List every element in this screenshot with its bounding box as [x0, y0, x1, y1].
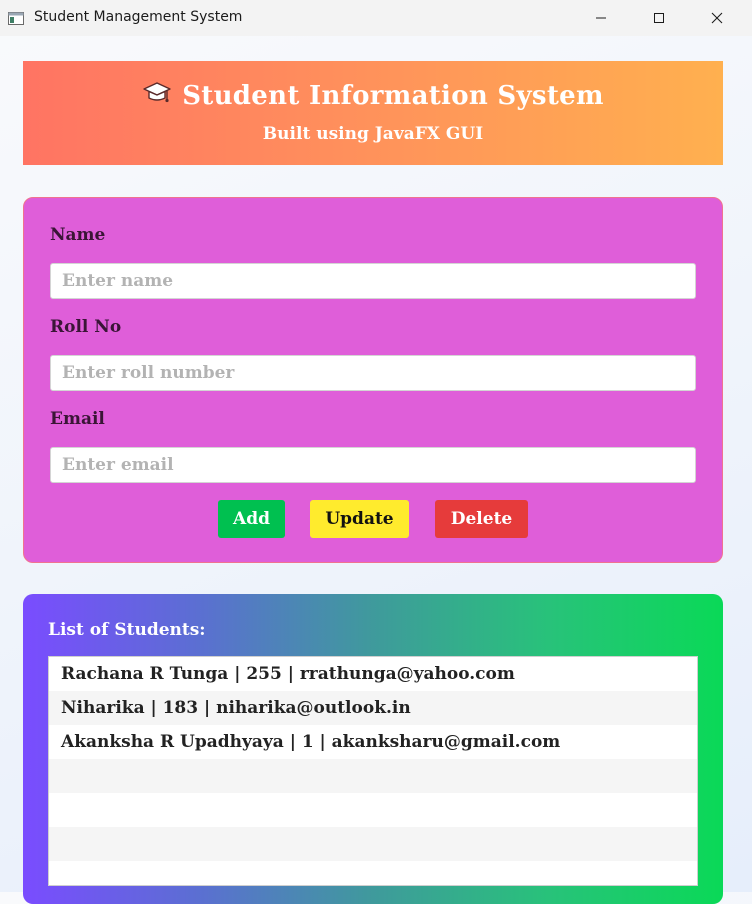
email-input[interactable]: [50, 447, 696, 483]
add-button[interactable]: Add: [218, 500, 285, 538]
student-list-title: List of Students:: [48, 620, 206, 640]
list-item-empty[interactable]: [49, 793, 697, 827]
student-list-panel: List of Students: Rachana R Tunga | 255 …: [23, 594, 723, 904]
window-title-bar[interactable]: Student Management System: [0, 0, 752, 36]
page-subtitle: Built using JavaFX GUI: [262, 124, 484, 144]
maximize-button[interactable]: [630, 0, 688, 36]
minimize-icon: [595, 12, 607, 24]
list-item[interactable]: Akanksha R Upadhyaya | 1 | akanksharu@gm…: [49, 725, 697, 759]
app-window-icon: [8, 10, 24, 25]
student-list[interactable]: Rachana R Tunga | 255 | rrathunga@yahoo.…: [48, 656, 698, 886]
graduation-cap-icon: [142, 80, 172, 112]
update-button[interactable]: Update: [310, 500, 409, 538]
page-title: Student Information System: [182, 81, 604, 111]
list-item-empty[interactable]: [49, 759, 697, 793]
maximize-icon: [653, 12, 665, 24]
roll-no-label: Roll No: [50, 317, 122, 337]
close-button[interactable]: [688, 0, 746, 36]
list-item-empty[interactable]: [49, 827, 697, 861]
close-icon: [711, 12, 723, 24]
student-form-panel: Name Roll No Email Add Update Delete: [23, 197, 723, 563]
banner-title-row: Student Information System: [23, 80, 723, 112]
name-label: Name: [50, 225, 106, 245]
roll-number-input[interactable]: [50, 355, 696, 391]
window-title: Student Management System: [34, 9, 243, 25]
list-item[interactable]: Rachana R Tunga | 255 | rrathunga@yahoo.…: [49, 657, 697, 691]
email-label: Email: [50, 409, 105, 429]
minimize-button[interactable]: [572, 0, 630, 36]
list-item[interactable]: Niharika | 183 | niharika@outlook.in: [49, 691, 697, 725]
name-input[interactable]: [50, 263, 696, 299]
delete-button[interactable]: Delete: [435, 500, 528, 538]
header-banner: Student Information System Built using J…: [23, 61, 723, 165]
list-item-empty[interactable]: [49, 861, 697, 885]
